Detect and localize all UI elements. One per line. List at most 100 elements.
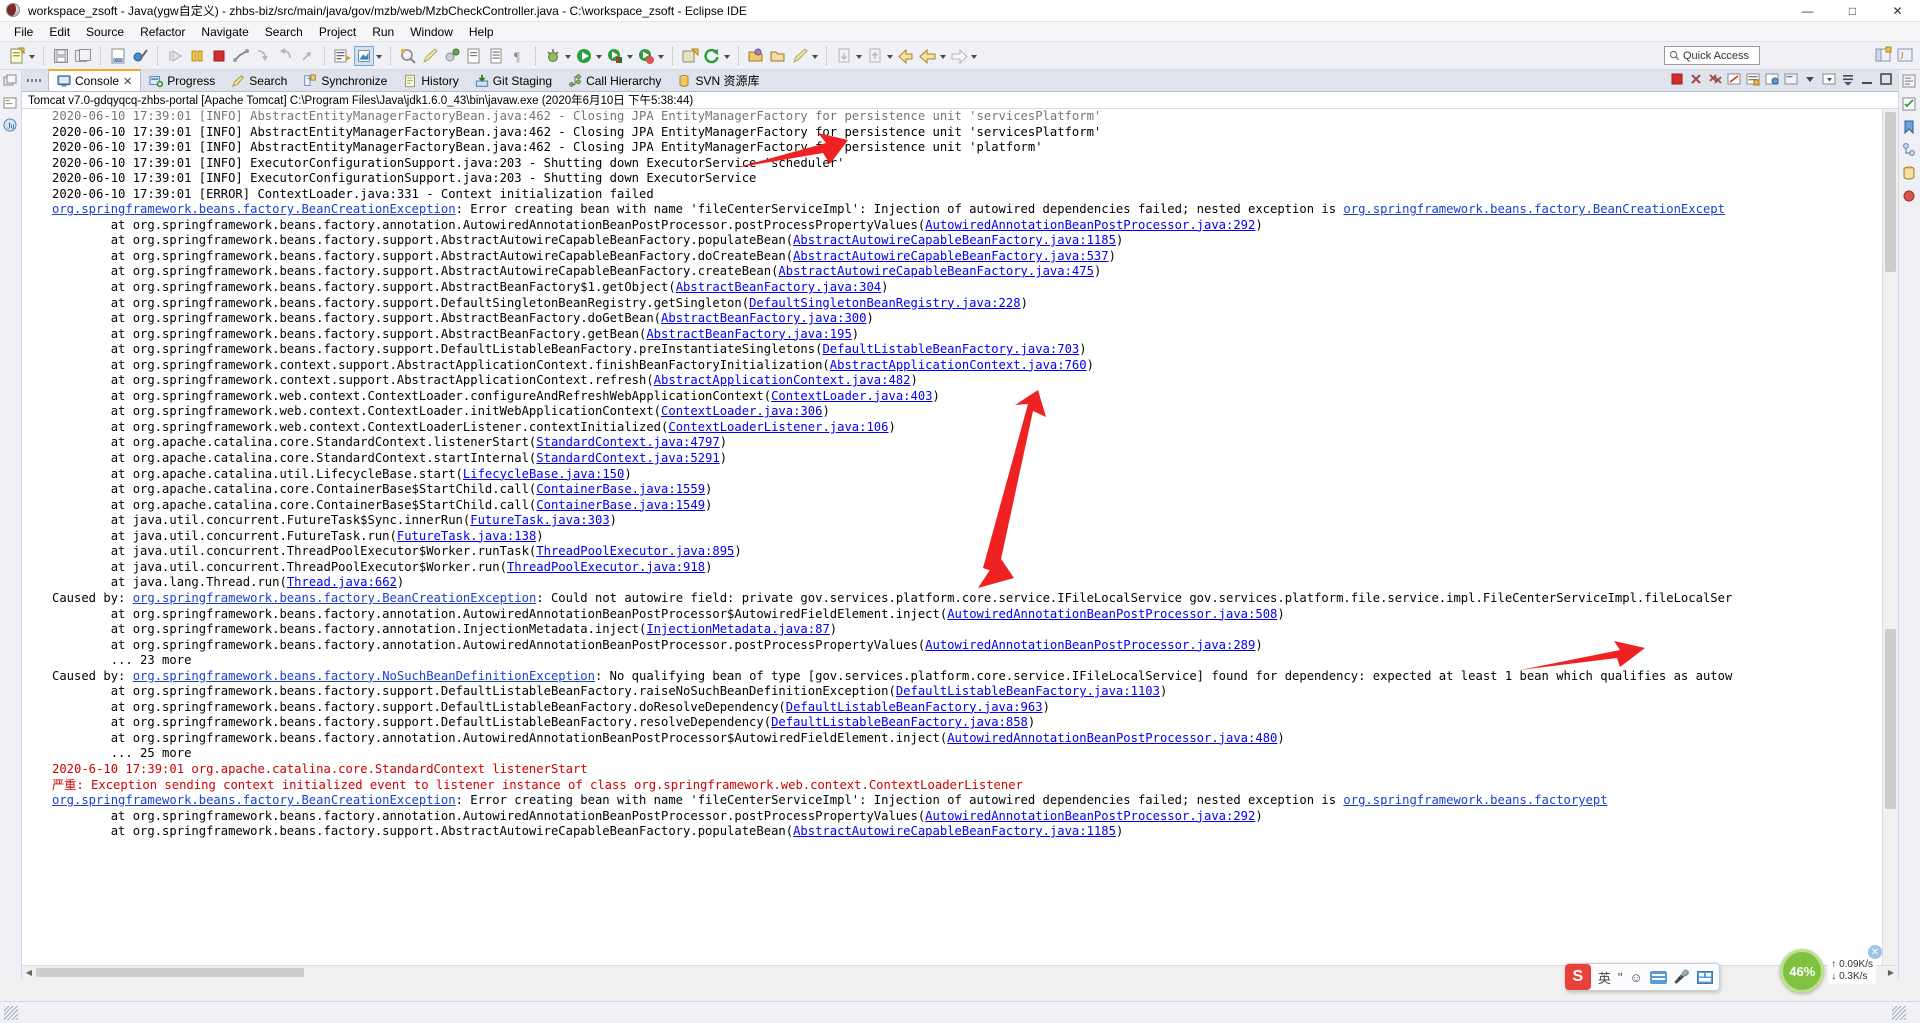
new-java-project-icon[interactable] [680,46,700,66]
next-annotation-icon[interactable] [834,46,854,66]
disconnect-icon[interactable] [231,46,251,66]
menu-item-refactor[interactable]: Refactor [132,23,193,41]
tab-close-icon[interactable]: ✕ [123,75,132,88]
ime-keyboard-icon[interactable] [1649,970,1667,984]
menu-item-source[interactable]: Source [78,23,132,41]
menu-item-file[interactable]: File [6,23,41,41]
scrollbar-thumb-upper[interactable] [1885,112,1896,272]
remove-launch-icon[interactable] [1688,71,1705,89]
profile-dropdown-icon[interactable] [657,46,666,66]
svn-dropdown-icon[interactable] [723,46,732,66]
tab-svn-repository[interactable]: SVN 资源库 [669,70,767,91]
tab-synchronize[interactable]: Synchronize [295,70,395,91]
ime-toolbox-icon[interactable] [1697,970,1713,984]
pencil-icon[interactable] [420,46,440,66]
highlight-pen-icon[interactable] [790,46,810,66]
minimize-view-icon[interactable] [1859,71,1876,89]
menu-item-window[interactable]: Window [402,23,461,41]
open-perspective-icon[interactable] [1873,45,1893,65]
menu-item-edit[interactable]: Edit [41,23,78,41]
pin-console-view-icon[interactable] [1764,71,1781,89]
tab-progress[interactable]: Progress [141,70,223,91]
type-hierarchy-icon[interactable] [1901,142,1919,160]
tab-console[interactable]: Console ✕ [48,69,142,91]
terminate-console-icon[interactable] [1669,71,1686,89]
remove-all-launches-icon[interactable] [1707,71,1724,89]
menu-item-help[interactable]: Help [461,23,502,41]
back-dropdown-icon[interactable] [939,46,948,66]
previous-annotation-icon[interactable] [865,46,885,66]
run-icon[interactable] [574,46,594,66]
pin-console-icon[interactable] [354,45,374,66]
new-icon[interactable] [7,46,27,66]
sogou-logo-icon[interactable]: S [1564,964,1591,990]
tab-call-hierarchy[interactable]: Call Hierarchy [560,70,669,91]
svn-update-icon[interactable] [702,46,722,66]
bookmarks-icon[interactable] [1901,119,1919,137]
back-icon[interactable] [918,46,938,66]
run-external-dropdown-icon[interactable] [626,46,635,66]
menu-item-search[interactable]: Search [257,23,311,41]
open-console-icon[interactable] [332,46,352,66]
java-editor-icon[interactable]: Ju [2,117,20,135]
minimize-button[interactable]: — [1785,0,1830,22]
tab-history[interactable]: History [395,70,466,91]
ime-emoji-icon[interactable]: ☺ [1630,970,1643,985]
forward-icon[interactable] [949,46,969,66]
suspend-icon[interactable] [187,46,207,66]
outline-view-icon[interactable] [1901,73,1919,91]
step-return-icon[interactable] [297,46,317,66]
scrollbar-thumb-lower[interactable] [1885,629,1896,809]
console-vertical-scrollbar[interactable] [1882,109,1898,965]
search-toolbar-icon[interactable] [398,46,418,66]
close-widget-icon[interactable]: ✕ [1868,945,1882,959]
tab-git-staging[interactable]: Git Staging [467,70,560,91]
last-edit-location-icon[interactable] [896,46,916,66]
hscrollbar-thumb[interactable] [36,968,304,977]
terminate-icon[interactable] [209,46,229,66]
scroll-right-icon[interactable]: ▶ [1884,966,1898,979]
list-icon[interactable] [486,46,506,66]
view-menu-icon[interactable] [1840,71,1857,89]
svn-view-icon[interactable] [1901,165,1919,183]
restore-icon[interactable] [2,73,20,91]
ime-toolbar[interactable]: S 英 " ☺ 🎤 [1564,963,1720,991]
task-list-icon[interactable] [1901,96,1919,114]
quick-access-input[interactable]: Quick Access [1664,46,1760,65]
console-view-dropdown-icon[interactable] [1802,71,1819,89]
next-annotation-dropdown-icon[interactable] [855,46,864,66]
forward-dropdown-icon[interactable] [970,46,979,66]
ime-punctuation-icon[interactable]: " [1618,970,1623,985]
open-declaration-icon[interactable] [464,46,484,66]
skip-breakpoints-icon[interactable] [130,46,150,66]
maximize-view-icon[interactable] [1878,71,1895,89]
open-resource-icon[interactable] [768,46,788,66]
open-console-menu-icon[interactable] [1821,71,1838,89]
save-icon[interactable] [51,46,71,66]
debug-icon[interactable] [543,46,563,66]
resume-icon[interactable] [165,46,185,66]
step-over-icon[interactable] [275,46,295,66]
open-type-icon[interactable] [746,46,766,66]
build-icon[interactable]: 010 [108,46,128,66]
pen-dropdown-icon[interactable] [811,46,820,66]
menu-item-project[interactable]: Project [311,23,364,41]
package-explorer-icon[interactable] [2,95,20,113]
annotation-icon[interactable] [442,46,462,66]
close-button[interactable]: ✕ [1875,0,1920,22]
clear-console-icon[interactable] [1726,71,1743,89]
run-external-tools-icon[interactable] [605,46,625,66]
ime-mode-label[interactable]: 英 [1598,968,1611,987]
new-dropdown-icon[interactable] [28,46,37,66]
network-speed-widget[interactable]: 46% ↑ 0.09K/s ↓ 0.3K/s ✕ [1780,945,1882,993]
view-drag-handle[interactable] [22,69,48,91]
scroll-lock-icon[interactable] [1745,71,1762,89]
debug-dropdown-icon[interactable] [564,46,573,66]
profile-icon[interactable] [636,46,656,66]
paragraph-mark-icon[interactable]: ¶ [508,46,528,66]
red-marker-icon[interactable] [1901,188,1919,206]
menu-item-run[interactable]: Run [364,23,402,41]
menu-item-navigate[interactable]: Navigate [193,23,256,41]
console-output[interactable]: 2020-06-10 17:39:01 [INFO] AbstractEntit… [22,109,1882,965]
previous-annotation-dropdown-icon[interactable] [886,46,895,66]
